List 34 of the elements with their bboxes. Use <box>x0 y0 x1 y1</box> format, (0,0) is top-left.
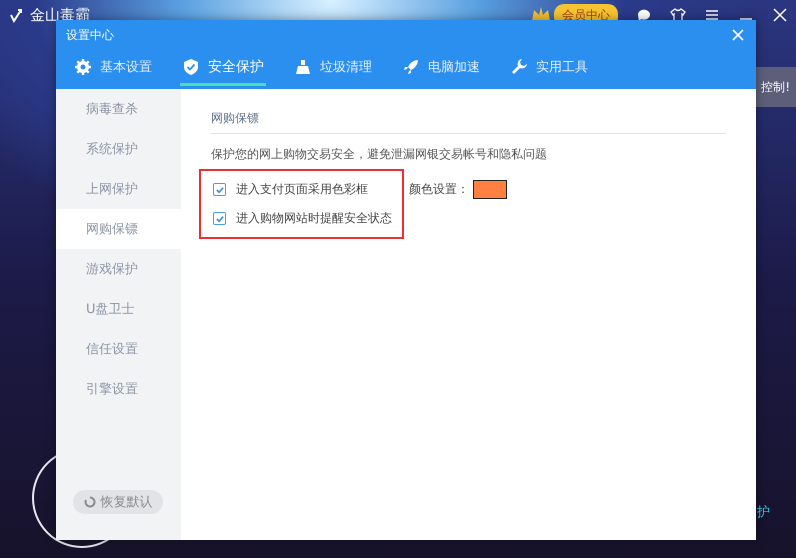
tab[interactable]: 垃圾清理 <box>292 50 374 86</box>
checkbox[interactable] <box>213 183 226 196</box>
sidebar-item[interactable]: 上网保护 <box>56 169 181 209</box>
tab[interactable]: 基本设置 <box>72 50 154 86</box>
close-icon[interactable] <box>772 7 788 23</box>
sidebar-item[interactable]: 信任设置 <box>56 329 181 369</box>
notice-banner: 控制! <box>756 67 796 107</box>
section-title: 网购保镖 <box>211 110 726 134</box>
rocket-icon <box>402 58 420 76</box>
wrench-icon <box>510 58 528 76</box>
sidebar-item[interactable]: U盘卫士 <box>56 289 181 329</box>
color-setting-label: 颜色设置： <box>409 181 469 198</box>
tab[interactable]: 安全保护 <box>180 50 266 86</box>
reset-icon <box>84 496 96 508</box>
checkbox[interactable] <box>213 212 226 225</box>
dialog-title: 设置中心 <box>66 26 115 44</box>
sidebar-item[interactable]: 游戏保护 <box>56 249 181 289</box>
sidebar-item[interactable]: 引擎设置 <box>56 369 181 409</box>
checkbox-label: 进入购物网站时提醒安全状态 <box>236 210 392 227</box>
logo-icon <box>8 7 24 23</box>
reset-button[interactable]: 恢复默认 <box>73 490 163 514</box>
checkbox-label: 进入支付页面采用色彩框 <box>236 181 368 198</box>
description-text: 保护您的网上购物交易安全，避免泄漏网银交易帐号和隐私问题 <box>211 146 548 163</box>
chat-icon[interactable] <box>636 7 652 23</box>
broom-icon <box>294 58 312 76</box>
link-text[interactable]: 护 <box>757 503 770 521</box>
sidebar-item[interactable]: 系统保护 <box>56 129 181 169</box>
shield-icon <box>182 58 200 76</box>
sidebar-item[interactable]: 网购保镖 <box>56 209 181 249</box>
sidebar-item[interactable]: 病毒查杀 <box>56 89 181 129</box>
tab[interactable]: 实用工具 <box>508 50 590 86</box>
gear-icon <box>74 58 92 76</box>
tab[interactable]: 电脑加速 <box>400 50 482 86</box>
color-swatch[interactable] <box>473 180 507 199</box>
